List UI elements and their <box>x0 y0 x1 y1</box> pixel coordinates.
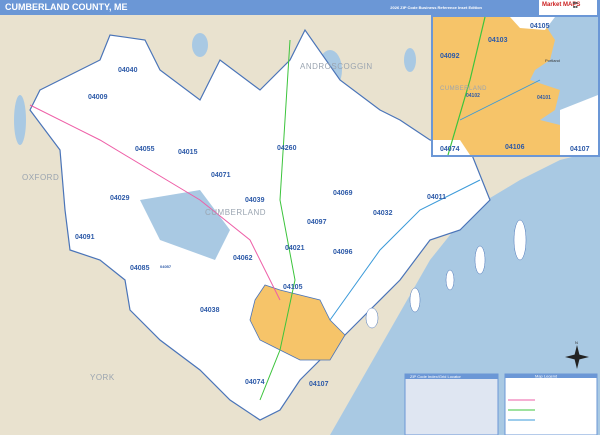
zip-label[interactable]: 04029 <box>110 195 130 202</box>
zip-label[interactable]: 04055 <box>135 146 155 153</box>
county-label: YORK <box>90 373 115 382</box>
zip-label[interactable]: 04091 <box>75 234 95 241</box>
title-bar: CUMBERLAND COUNTY, ME 2026 ZIP Code Busi… <box>0 0 600 15</box>
zip-label[interactable]: 04032 <box>373 210 393 217</box>
inset-city-label: Portland <box>545 58 560 63</box>
inset-zip-label[interactable]: 04103 <box>488 37 508 44</box>
legend-title: Map Legend <box>535 374 557 379</box>
zip-label[interactable]: 04085 <box>130 265 150 272</box>
county-label: CUMBERLAND <box>205 208 266 217</box>
inset-zip-label[interactable]: 04102 <box>466 93 480 99</box>
legend-box: Map Legend <box>504 373 598 435</box>
zip-label[interactable]: 04039 <box>245 197 265 204</box>
zip-label[interactable]: 04260 <box>277 145 297 152</box>
inset-zip-label[interactable]: 04107 <box>570 146 590 153</box>
zip-label[interactable]: 04040 <box>118 67 138 74</box>
inset-zip-label[interactable]: 04106 <box>505 144 525 151</box>
zip-label[interactable]: 04011 <box>427 194 446 201</box>
zip-label[interactable]: 04097 <box>307 219 327 226</box>
zip-label[interactable]: 04105 <box>283 284 303 291</box>
zip-label[interactable]: 04107 <box>309 381 329 388</box>
compass-label: N <box>575 340 578 345</box>
publisher-logo: Market MAPS ■■ ■■ <box>539 0 597 15</box>
zip-label[interactable]: 04069 <box>333 190 353 197</box>
inset-county-label: CUMBERLAND <box>440 86 487 92</box>
zip-label[interactable]: 04096 <box>333 249 353 256</box>
inset-zip-label[interactable]: 04105 <box>530 23 550 30</box>
zip-label[interactable]: 04009 <box>88 94 108 101</box>
zip-label[interactable]: 04038 <box>200 307 220 314</box>
portland-inset[interactable]: 04105 04103 04092 04102 04101 04074 0410… <box>431 15 600 157</box>
zip-label[interactable]: 04074 <box>245 379 265 386</box>
index-title: ZIP Code Index/Grid Locator <box>410 374 462 379</box>
county-label: ANDROSCOGGIN <box>300 62 373 71</box>
zip-label[interactable]: 04062 <box>233 255 253 262</box>
inset-zip-label[interactable]: 04092 <box>440 53 460 60</box>
map-title: CUMBERLAND COUNTY, ME <box>5 2 128 12</box>
zip-label[interactable]: 04021 <box>285 245 305 252</box>
county-label: OXFORD <box>22 173 59 182</box>
zip-label[interactable]: 04071 <box>211 172 231 179</box>
zip-label[interactable]: 04057 <box>160 264 172 269</box>
inset-zip-label[interactable]: 04101 <box>537 95 551 101</box>
zip-label[interactable]: 04015 <box>178 149 198 156</box>
edition-label: 2026 ZIP Code Business Reference Inset E… <box>390 5 482 10</box>
zip-index-table: ZIP Code Index/Grid Locator <box>404 373 499 435</box>
county-map[interactable]: ANDROSCOGGIN OXFORD YORK CUMBERLAND 0404… <box>0 15 600 435</box>
inset-zip-label[interactable]: 04074 <box>440 146 460 153</box>
